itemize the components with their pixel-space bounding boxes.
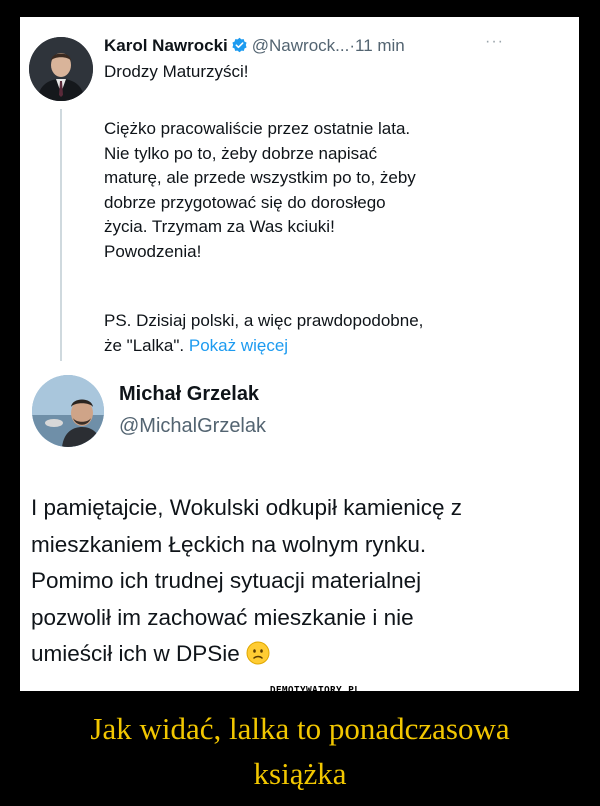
tweet1-body: Ciężko pracowaliście przez ostatnie lata… <box>104 117 544 265</box>
tweet2-line: mieszkaniem Łęckich na wolnym rynku. <box>31 531 427 557</box>
caption-line: książka <box>253 756 347 791</box>
slightly-frowning-face-icon <box>246 640 270 677</box>
person-photo-icon <box>29 37 93 101</box>
more-options-icon[interactable]: ··· <box>485 33 504 51</box>
tweet1-greeting: Drodzy Maturzyści! <box>104 62 249 81</box>
tweet1-line: Nie tylko po to, żeby dobrze napisać <box>104 143 378 163</box>
avatar-michal-grzelak[interactable] <box>32 375 104 447</box>
verified-badge-icon <box>231 37 248 59</box>
watermark: DEMOTYWATORY.PL <box>251 682 379 691</box>
tweet2-line: pozwolił im zachować mieszkanie i nie <box>31 604 414 630</box>
tweet1-line: Powodzenia! <box>104 241 202 261</box>
tweet1-time[interactable]: 11 min <box>355 36 405 55</box>
tweet1-ps-line: PS. Dzisiaj polski, a więc prawdopodobne… <box>104 311 424 330</box>
tweet2-handle[interactable]: @MichalGrzelak <box>119 415 266 438</box>
thread-line <box>60 109 62 361</box>
post-card: Karol Nawrocki @Nawrock...·11 min ··· Dro… <box>20 17 579 691</box>
tweet1-line: maturę, ale przede wszystkim po to, żeby <box>104 168 416 188</box>
tweet2-line: I pamiętajcie, Wokulski odkupił kamienic… <box>31 495 463 520</box>
person-photo-icon <box>32 375 104 447</box>
tweet1-header: Karol Nawrocki @Nawrock...·11 min <box>104 36 405 59</box>
tweet2-body: I pamiętajcie, Wokulski odkupił kamienic… <box>31 490 576 677</box>
tweet2-author-name[interactable]: Michał Grzelak <box>119 383 259 406</box>
tweet1-handle[interactable]: @Nawrock... <box>252 36 350 55</box>
tweet1-ps: PS. Dzisiaj polski, a więc prawdopodobne… <box>104 309 544 358</box>
tweet1-line: życia. Trzymam za Was kciuki! <box>104 217 335 237</box>
show-more-link[interactable]: Pokaż więcej <box>189 336 288 355</box>
caption: Jak widać, lalka to ponadczasowa książka <box>0 706 600 796</box>
tweet1-line: dobrze przygotować się do dorosłego <box>104 192 386 212</box>
avatar-karol-nawrocki[interactable] <box>29 37 93 101</box>
tweet1-ps-line: że "Lalka". <box>104 335 185 355</box>
tweet1-line: Ciężko pracowaliście przez ostatnie lata… <box>104 119 411 138</box>
tweet1-author-name[interactable]: Karol Nawrocki <box>104 36 228 55</box>
tweet2-line: umieścił ich w DPSie <box>31 641 240 667</box>
caption-line: Jak widać, lalka to ponadczasowa <box>90 711 510 746</box>
tweet2-line: Pomimo ich trudnej sytuacji materialnej <box>31 568 422 594</box>
